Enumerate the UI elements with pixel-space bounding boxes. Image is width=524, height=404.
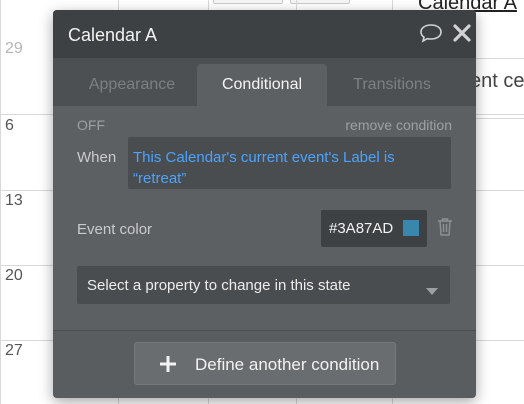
plus-icon — [159, 355, 177, 373]
panel-title: Calendar A — [68, 25, 158, 45]
calendar-day-number: 27 — [5, 342, 23, 359]
trash-icon[interactable] — [436, 217, 454, 237]
event-color-picker[interactable]: #3A87AD — [321, 210, 427, 247]
condition-expression[interactable]: This Calendar's current event's Label is… — [128, 137, 451, 189]
when-label: When — [77, 149, 117, 166]
chevron-down-icon — [426, 282, 438, 295]
remove-condition-link[interactable]: remove condition — [345, 117, 452, 133]
event-color-label: Event color — [77, 221, 153, 238]
event-color-value: #3A87AD — [329, 220, 394, 237]
toolbar-button[interactable] — [290, 0, 350, 4]
panel-header: Calendar A — [53, 10, 476, 58]
condition-state-label: OFF — [77, 117, 105, 133]
tab-bar: Appearance Conditional Transitions — [53, 58, 476, 106]
property-select-placeholder: Select a property to change in this stat… — [87, 277, 351, 294]
tab-transitions[interactable]: Transitions — [327, 64, 457, 106]
calendar-day-number: 20 — [5, 267, 23, 284]
color-swatch[interactable] — [403, 220, 419, 236]
toolbar-button[interactable] — [213, 0, 283, 4]
calendar-grid-line — [0, 0, 1, 404]
calendar-day-number: 6 — [5, 117, 14, 134]
calendar-day-number: 29 — [5, 40, 23, 57]
tab-appearance[interactable]: Appearance — [65, 64, 199, 106]
property-editor-panel: Calendar A Appearance Conditional Transi… — [53, 10, 476, 398]
close-icon[interactable] — [451, 22, 473, 44]
calendar-event-snippet: ent ce — [470, 70, 524, 92]
property-select[interactable]: Select a property to change in this stat… — [77, 266, 450, 304]
comment-icon[interactable] — [419, 23, 443, 43]
define-button-label: Define another condition — [195, 355, 380, 374]
calendar-day-number: 13 — [5, 192, 23, 209]
define-another-condition-button[interactable]: Define another condition — [134, 342, 396, 385]
calendar-grid-line — [476, 58, 524, 59]
tab-conditional[interactable]: Conditional — [197, 64, 327, 106]
calendar-grid-line — [476, 118, 524, 119]
